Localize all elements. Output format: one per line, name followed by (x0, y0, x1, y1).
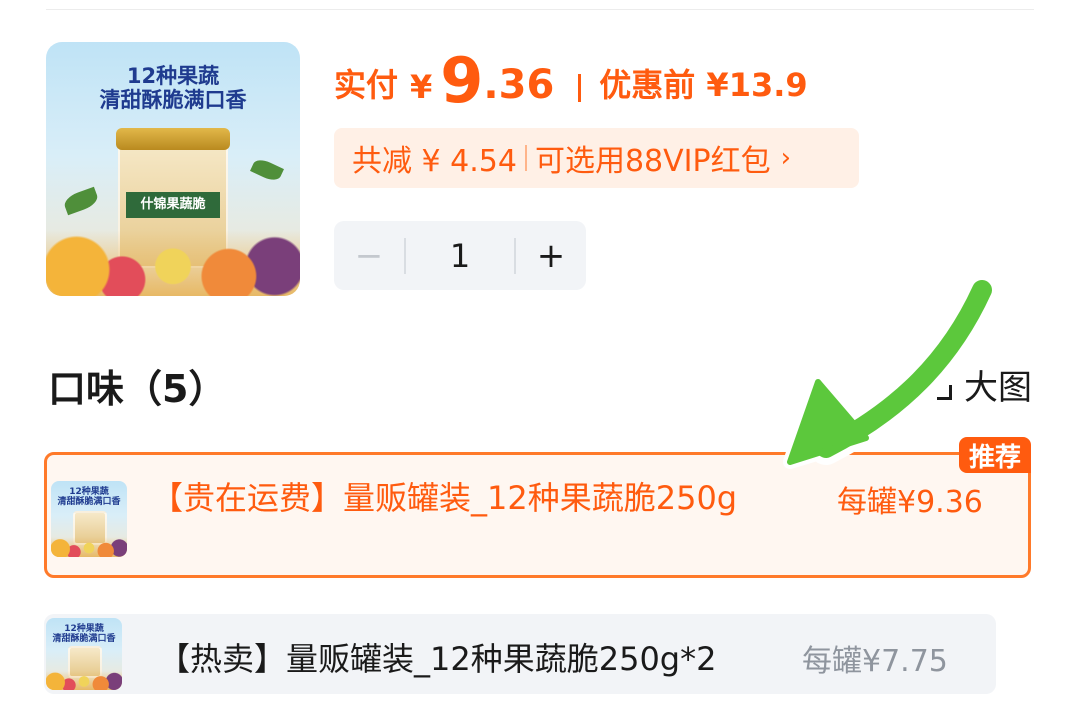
thumb-caption: 12种果蔬 清甜酥脆满口香 (46, 624, 122, 645)
option-thumbnail: 12种果蔬 清甜酥脆满口香 (51, 481, 127, 557)
big-image-toggle[interactable]: 大图 (920, 360, 1032, 409)
vip-coupon-text: 可选用88VIP红包 (534, 144, 771, 179)
total-discount: 共减 ¥ 4.54 (352, 144, 517, 179)
thumb-caption: 12种果蔬 清甜酥脆满口香 (51, 487, 127, 508)
option-thumbnail: 12种果蔬 清甜酥脆满口香 (46, 618, 122, 690)
flavor-option[interactable]: 12种果蔬 清甜酥脆满口香 【热卖】量贩罐装_12种果蔬脆250g*2 每罐¥7… (44, 614, 996, 694)
leaf-decoration (61, 186, 101, 216)
option-label: 【热卖】量贩罐装_12种果蔬脆250g*2 (158, 640, 717, 678)
flavor-section-title: 口味（5） (48, 367, 227, 411)
quantity-stepper: − 1 + (334, 221, 586, 290)
quantity-value[interactable]: 1 (406, 237, 514, 275)
jar-lid (116, 128, 230, 150)
thumb-caption-line-2: 清甜酥脆满口香 (52, 634, 116, 645)
recommend-badge: 推荐 (958, 437, 1031, 473)
caption-line-1: 12种果蔬 (126, 64, 220, 88)
option-unit-price: 每罐¥7.75 (802, 644, 948, 679)
fruit-chips-graphic (51, 537, 127, 557)
big-image-label: 大图 (964, 368, 1032, 408)
decrement-button[interactable]: − (334, 236, 404, 276)
product-image-caption: 12种果蔬 清甜酥脆满口香 (46, 64, 300, 112)
thumb-caption-line-2: 清甜酥脆满口香 (57, 497, 121, 508)
flavor-option-selected[interactable]: 12种果蔬 清甜酥脆满口香 【贵在运费】量贩罐装_12种果蔬脆250g 每罐¥9… (44, 437, 1031, 578)
option-label: 【贵在运费】量贩罐装_12种果蔬脆250g (151, 479, 738, 517)
chevron-right-icon: › (780, 143, 792, 173)
jar-label: 什锦果蔬脆 (126, 192, 220, 218)
discount-pill[interactable]: 共减 ¥ 4.54 可选用88VIP红包 › (334, 128, 859, 188)
price-separator (578, 74, 582, 102)
option-unit-price: 每罐¥9.36 (837, 485, 983, 520)
pay-label: 实付 (334, 66, 399, 104)
caption-line-2: 清甜酥脆满口香 (99, 88, 247, 113)
thumb-caption-line-1: 12种果蔬 (64, 624, 104, 634)
fruit-chips-graphic (46, 229, 300, 296)
product-image[interactable]: 12种果蔬 清甜酥脆满口香 什锦果蔬脆 (46, 42, 300, 296)
price-integer: 9 (440, 44, 484, 117)
increment-button[interactable]: + (516, 236, 586, 276)
expand-icon (920, 368, 954, 402)
thumb-caption-line-1: 12种果蔬 (69, 487, 109, 497)
discount-separator (524, 145, 527, 171)
fruit-chips-graphic (46, 671, 122, 690)
price-decimal: .36 (483, 62, 555, 108)
price-row: 实付 ¥ 9 .36 优惠前 ¥13.9 (334, 46, 808, 116)
top-divider (46, 9, 1034, 10)
currency-symbol: ¥ (410, 68, 433, 106)
leaf-decoration (250, 156, 284, 184)
original-price: 优惠前 ¥13.9 (599, 66, 808, 104)
